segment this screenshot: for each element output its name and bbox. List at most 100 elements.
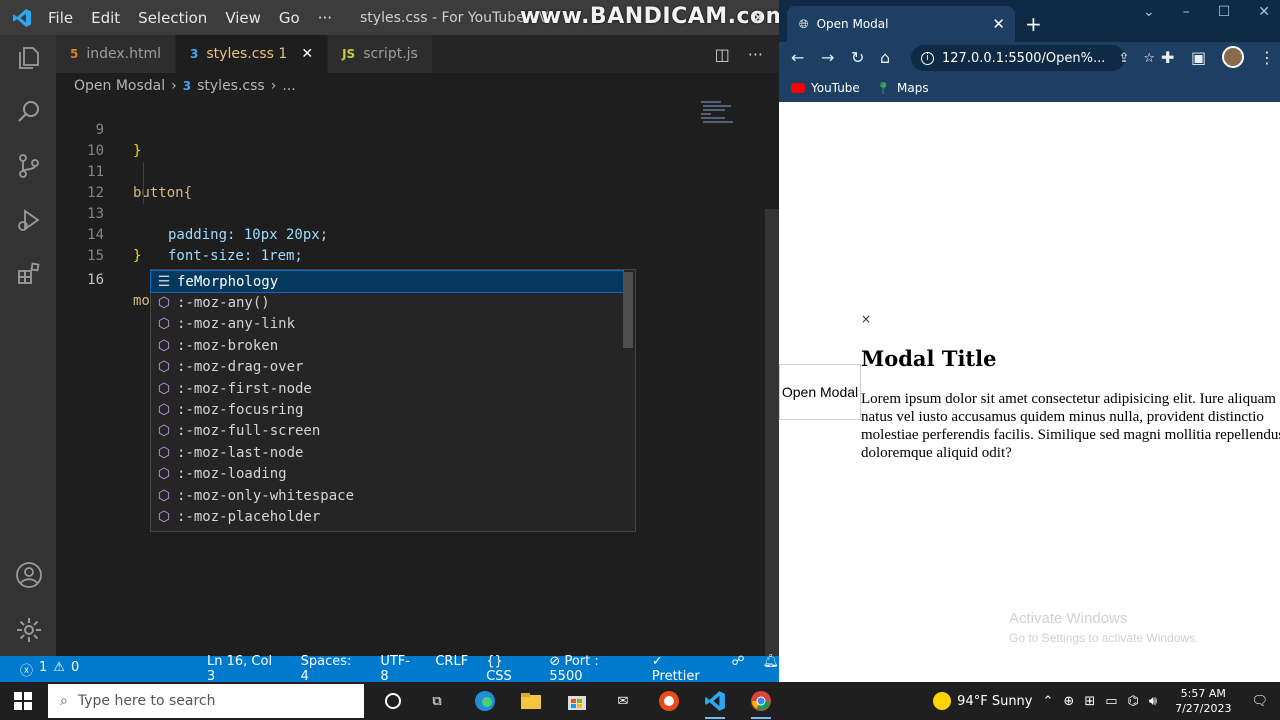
- breadcrumb-file[interactable]: styles.css: [197, 78, 265, 94]
- tab-index-html[interactable]: 5 index.html: [56, 35, 177, 73]
- tab-styles-css[interactable]: 3 styles.css 1 ✕: [176, 35, 329, 73]
- profile-avatar[interactable]: [1222, 46, 1244, 68]
- breadcrumb-more[interactable]: ...: [282, 78, 295, 94]
- suggestion-item[interactable]: ⬡ :-moz-loading: [151, 464, 623, 485]
- window-close-icon[interactable]: ✕: [752, 8, 765, 27]
- bookmark-star-icon[interactable]: ☆: [1143, 51, 1155, 66]
- code-text: font-size: 1rem;: [168, 248, 303, 264]
- suggestion-item[interactable]: ⬡ :-moz-focusring: [151, 399, 623, 420]
- mail-icon[interactable]: ✉: [610, 689, 636, 713]
- battery-icon[interactable]: ▭: [1105, 694, 1117, 709]
- tray-app-icon[interactable]: ⊞: [1084, 694, 1095, 709]
- reload-icon[interactable]: ↻: [851, 48, 864, 67]
- share-icon[interactable]: ⇪: [1118, 51, 1129, 66]
- kebab-menu-icon[interactable]: ⋮: [1259, 48, 1275, 67]
- suggestion-item[interactable]: ⬡ :-moz-only-whitespace: [151, 485, 623, 506]
- network-icon[interactable]: ⌬: [1128, 694, 1139, 709]
- run-debug-icon[interactable]: [14, 205, 44, 235]
- bookmark-maps[interactable]: 📍︎ Maps: [876, 81, 929, 95]
- store-bag-icon[interactable]: [564, 689, 590, 713]
- breadcrumb-folder[interactable]: Open Mosdal: [74, 78, 165, 94]
- taskbar-search[interactable]: ⌕ Type here to search: [48, 684, 364, 718]
- prettier-status[interactable]: ✓ Prettier: [652, 654, 713, 684]
- edge-icon[interactable]: [472, 689, 498, 713]
- record-icon[interactable]: [656, 689, 682, 713]
- suggestion-item[interactable]: ⬡ :-moz-first-node: [151, 378, 623, 399]
- chevron-up-icon[interactable]: ⌃: [1043, 694, 1054, 709]
- menu-file[interactable]: File: [48, 9, 73, 27]
- tab-script-js[interactable]: JS script.js: [328, 35, 433, 73]
- cursor-position[interactable]: Ln 16, Col 3: [207, 654, 283, 684]
- bandicam-watermark: www.BANDICAM.com: [520, 4, 790, 29]
- menu-more[interactable]: ···: [318, 9, 332, 27]
- tab-close-icon[interactable]: ✕: [301, 46, 313, 62]
- extensions-icon[interactable]: [14, 259, 44, 289]
- extensions-puzzle-icon[interactable]: ✚: [1161, 48, 1174, 67]
- cortana-circle-icon[interactable]: [380, 689, 406, 713]
- accounts-icon[interactable]: [14, 560, 44, 590]
- maximize-icon[interactable]: ☐: [1218, 4, 1231, 20]
- bookmark-youtube[interactable]: YouTube: [791, 81, 860, 95]
- code-editor[interactable]: 9 } 10 11 button{ 12 padding: 10px 20px;…: [56, 99, 779, 659]
- suggestion-label: :-moz-only-whitespace: [177, 487, 355, 504]
- feedback-icon[interactable]: ☍: [731, 654, 744, 684]
- new-tab-plus-icon[interactable]: +: [1025, 12, 1042, 36]
- suggestion-item[interactable]: ⬡ :-moz-any-link: [151, 314, 623, 335]
- minimap[interactable]: [699, 99, 759, 129]
- suggestion-item[interactable]: ☰ feMorphology: [150, 269, 624, 294]
- encoding[interactable]: UTF-8: [380, 654, 417, 684]
- suggestion-item[interactable]: ⬡ :-moz-placeholder: [151, 506, 623, 527]
- menu-go[interactable]: Go: [279, 9, 300, 27]
- explorer-icon[interactable]: [14, 43, 44, 73]
- clock[interactable]: 5:57 AM 7/27/2023: [1175, 686, 1231, 716]
- menu-edit[interactable]: Edit: [91, 9, 120, 27]
- minimize-icon[interactable]: –: [1183, 4, 1190, 20]
- indent-guide: [143, 183, 144, 204]
- problems-indicator[interactable]: ⓧ 1 ⚠ 0: [20, 660, 79, 679]
- volume-icon[interactable]: 🔊︎: [1149, 694, 1157, 709]
- close-icon[interactable]: ✕: [1258, 4, 1270, 20]
- back-arrow-icon[interactable]: ←: [791, 48, 804, 67]
- suggestion-item[interactable]: ⬡ :-moz-last-node: [151, 442, 623, 463]
- suggestion-item[interactable]: ⬡ :-moz-any(): [151, 292, 623, 313]
- language-mode[interactable]: {} CSS: [486, 654, 531, 684]
- chrome-taskbar-icon[interactable]: [748, 689, 774, 719]
- suggestion-label: :-moz-placeholder: [177, 509, 321, 526]
- suggestion-item[interactable]: ⬡ :-moz-broken: [151, 335, 623, 356]
- more-actions-icon[interactable]: ···: [748, 45, 763, 64]
- suggestion-scrollbar[interactable]: [623, 272, 633, 348]
- side-panel-icon[interactable]: ▣: [1191, 48, 1206, 67]
- search-icon: ⌕: [60, 693, 68, 709]
- home-icon[interactable]: ⌂: [880, 48, 890, 67]
- vscode-taskbar-icon[interactable]: [702, 689, 728, 719]
- suggestion-label: :-moz-full-screen: [177, 423, 321, 440]
- live-server-port[interactable]: ⊘ Port : 5500: [549, 654, 634, 684]
- suggestion-item[interactable]: ⬡ :-moz-drag-over: [151, 357, 623, 378]
- open-modal-button[interactable]: Open Modal: [779, 364, 861, 420]
- line-ending[interactable]: CRLF: [435, 654, 468, 684]
- menu-view[interactable]: View: [225, 9, 261, 27]
- tray-app-icon[interactable]: ⊕: [1063, 694, 1074, 709]
- address-bar[interactable]: i 127.0.0.1:5500/Open%... ⇪ ☆: [911, 45, 1155, 71]
- weather-widget[interactable]: 94°F Sunny: [933, 692, 1033, 710]
- chrome-tab-open-modal[interactable]: 🌐︎ Open Modal ✕: [787, 6, 1015, 42]
- chevron-down-icon[interactable]: ⌄: [1143, 4, 1155, 20]
- search-icon[interactable]: [14, 97, 44, 127]
- windows-start-icon[interactable]: [14, 692, 32, 714]
- modal-close-button[interactable]: ×: [861, 312, 871, 326]
- menu-selection[interactable]: Selection: [138, 9, 207, 27]
- editor-scrollbar[interactable]: [765, 209, 779, 659]
- split-editor-icon[interactable]: ◫: [715, 45, 730, 64]
- indentation[interactable]: Spaces: 4: [301, 654, 363, 684]
- notifications-icon[interactable]: 🗨︎: [1251, 694, 1268, 709]
- settings-gear-icon[interactable]: [14, 615, 44, 645]
- source-control-icon[interactable]: [14, 151, 44, 181]
- tab-close-icon[interactable]: ✕: [992, 15, 1005, 33]
- block-icon: ⊘: [549, 654, 561, 669]
- suggestion-item[interactable]: ⬡ :-moz-full-screen: [151, 421, 623, 442]
- forward-arrow-icon[interactable]: →: [821, 48, 834, 67]
- file-explorer-icon[interactable]: [518, 689, 544, 713]
- notifications-bell-icon[interactable]: 🔔︎: [763, 654, 780, 684]
- task-view-icon[interactable]: ⧉: [424, 689, 450, 713]
- clock-time: 5:57 AM: [1180, 687, 1226, 700]
